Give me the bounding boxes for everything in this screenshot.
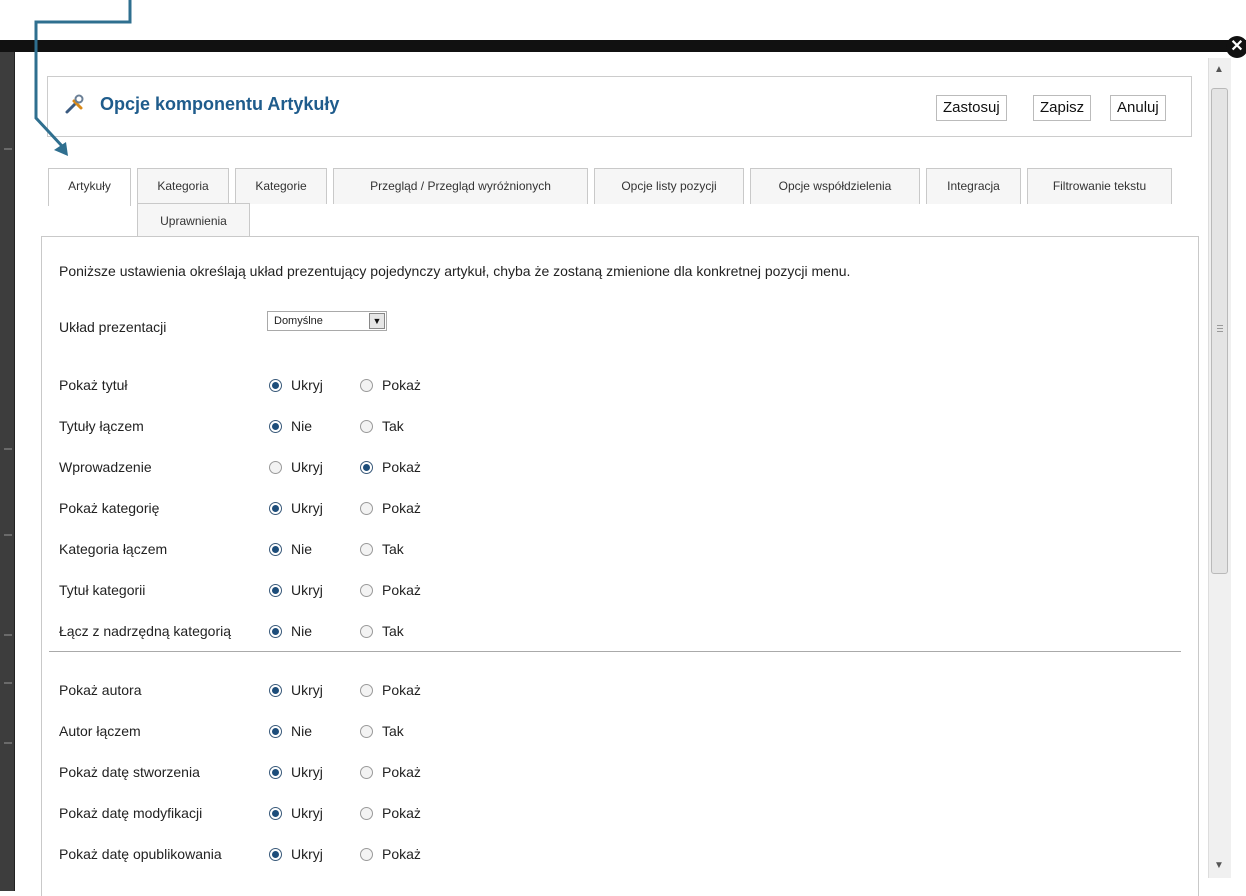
option-radio[interactable]: [269, 807, 282, 820]
option-radio-label[interactable]: Tak: [382, 723, 404, 739]
option-label: Łącz z nadrzędną kategorią: [59, 623, 231, 639]
scrollbar-thumb[interactable]: [1211, 88, 1228, 574]
option-radio[interactable]: [269, 766, 282, 779]
tab-opcje-wspoldzielenia[interactable]: Opcje współdzielenia: [750, 168, 920, 204]
option-radio[interactable]: [360, 584, 373, 597]
option-radio-label[interactable]: Pokaż: [382, 846, 421, 862]
option-radio-label[interactable]: Pokaż: [382, 500, 421, 516]
option-label: Wprowadzenie: [59, 459, 152, 475]
option-radio-label[interactable]: Ukryj: [291, 846, 323, 862]
layout-label: Układ prezentacji: [59, 319, 167, 335]
option-radio[interactable]: [269, 848, 282, 861]
option-radio[interactable]: [360, 420, 373, 433]
background-mark: [4, 682, 12, 684]
option-label: Autor łączem: [59, 723, 141, 739]
section-divider: [49, 651, 1181, 652]
option-radio[interactable]: [269, 543, 282, 556]
scroll-up-icon[interactable]: ▲: [1211, 62, 1227, 78]
option-radio[interactable]: [269, 379, 282, 392]
option-radio-label[interactable]: Ukryj: [291, 805, 323, 821]
option-radio[interactable]: [269, 502, 282, 515]
background-mark: [4, 534, 12, 536]
tab-kategoria[interactable]: Kategoria: [137, 168, 229, 204]
option-radio-label[interactable]: Pokaż: [382, 764, 421, 780]
option-radio[interactable]: [269, 625, 282, 638]
option-label: Pokaż datę opublikowania: [59, 846, 222, 862]
option-radio-label[interactable]: Nie: [291, 541, 312, 557]
scroll-down-icon[interactable]: ▼: [1211, 858, 1227, 874]
save-button[interactable]: Zapisz: [1033, 95, 1092, 121]
annotation-arrow: [34, 0, 132, 156]
option-radio-label[interactable]: Pokaż: [382, 459, 421, 475]
option-label: Pokaż autora: [59, 682, 142, 698]
apply-button[interactable]: Zastosuj: [936, 95, 1007, 121]
option-radio[interactable]: [269, 684, 282, 697]
annotation-text: [0, 0, 130, 20]
option-radio[interactable]: [360, 684, 373, 697]
option-radio[interactable]: [360, 625, 373, 638]
option-radio-label[interactable]: Tak: [382, 541, 404, 557]
option-radio-label[interactable]: Ukryj: [291, 377, 323, 393]
option-label: Kategoria łączem: [59, 541, 168, 557]
background-mark: [4, 448, 12, 450]
option-label: Pokaż datę modyfikacji: [59, 805, 203, 821]
option-radio-label[interactable]: Pokaż: [382, 377, 421, 393]
header-panel: Opcje komponentu Artykuły Zastosuj Zapis…: [47, 76, 1192, 137]
option-label: Pokaż tytuł: [59, 377, 128, 393]
option-radio-label[interactable]: Ukryj: [291, 500, 323, 516]
option-radio[interactable]: [269, 584, 282, 597]
option-radio-label[interactable]: Tak: [382, 623, 404, 639]
option-radio[interactable]: [360, 461, 373, 474]
option-radio-label[interactable]: Tak: [382, 418, 404, 434]
tab-integracja[interactable]: Integracja: [926, 168, 1021, 204]
tab-przeglad[interactable]: Przegląd / Przegląd wyróżnionych: [333, 168, 588, 204]
option-label: Pokaż datę stworzenia: [59, 764, 200, 780]
modal-top-bar: [0, 40, 1246, 52]
option-label: Pokaż kategorię: [59, 500, 160, 516]
background-mark: [4, 742, 12, 744]
tab-artykuly[interactable]: Artykuły: [48, 168, 131, 206]
option-radio-label[interactable]: Ukryj: [291, 582, 323, 598]
option-radio-label[interactable]: Pokaż: [382, 682, 421, 698]
option-radio[interactable]: [269, 420, 282, 433]
description-text: Poniższe ustawienia określają układ prez…: [59, 263, 851, 279]
tab-kategorie[interactable]: Kategorie: [235, 168, 327, 204]
tab-uprawnienia[interactable]: Uprawnienia: [137, 203, 250, 237]
option-radio[interactable]: [360, 379, 373, 392]
chevron-down-icon[interactable]: ▼: [369, 313, 385, 329]
option-radio[interactable]: [360, 848, 373, 861]
tab-opcje-listy[interactable]: Opcje listy pozycji: [594, 168, 744, 204]
tab-filtrowanie-tekstu[interactable]: Filtrowanie tekstu: [1027, 168, 1172, 204]
option-radio-label[interactable]: Pokaż: [382, 805, 421, 821]
background-mark: [4, 634, 12, 636]
option-radio-label[interactable]: Ukryj: [291, 459, 323, 475]
options-content: Poniższe ustawienia określają układ prez…: [41, 236, 1199, 896]
option-radio[interactable]: [360, 725, 373, 738]
option-radio[interactable]: [360, 543, 373, 556]
option-radio-label[interactable]: Nie: [291, 723, 312, 739]
option-radio-label[interactable]: Nie: [291, 418, 312, 434]
cancel-button[interactable]: Anuluj: [1110, 95, 1166, 121]
option-radio[interactable]: [360, 502, 373, 515]
option-label: Tytuły łączem: [59, 418, 144, 434]
layout-select-value: Domyślne: [274, 315, 323, 327]
option-radio[interactable]: [360, 807, 373, 820]
option-radio[interactable]: [269, 461, 282, 474]
option-radio-label[interactable]: Nie: [291, 623, 312, 639]
grip-icon: [1217, 325, 1223, 326]
option-radio-label[interactable]: Ukryj: [291, 764, 323, 780]
option-label: Tytuł kategorii: [59, 582, 146, 598]
option-radio-label[interactable]: Pokaż: [382, 582, 421, 598]
option-radio[interactable]: [269, 725, 282, 738]
layout-select[interactable]: Domyślne ▼: [267, 311, 387, 331]
close-icon[interactable]: ✕: [1226, 36, 1246, 58]
option-radio-label[interactable]: Ukryj: [291, 682, 323, 698]
option-radio[interactable]: [360, 766, 373, 779]
